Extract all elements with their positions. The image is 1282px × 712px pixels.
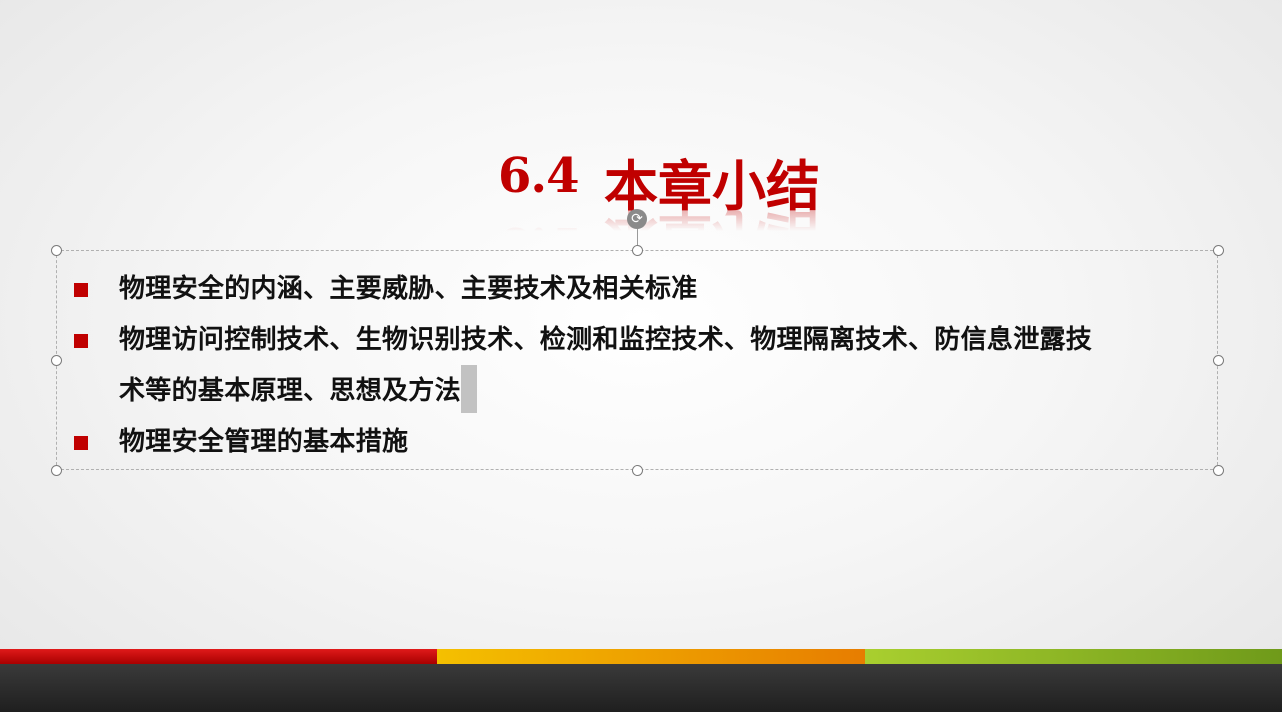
bullet-text-2-line-2-wrap: 术等的基本原理、思想及方法 — [119, 364, 1199, 417]
resize-handle-left[interactable] — [51, 355, 62, 366]
resize-handle-top-left[interactable] — [51, 245, 62, 256]
bullet-text-3: 物理安全管理的基本措施 — [119, 427, 409, 457]
resize-handle-right[interactable] — [1213, 355, 1224, 366]
resize-handle-bottom-left[interactable] — [51, 465, 62, 476]
title-number: 6.4 — [498, 148, 580, 204]
rotate-icon[interactable]: ⟳ — [627, 209, 647, 229]
footer-bar-green — [865, 649, 1282, 664]
text-cursor — [460, 364, 477, 413]
square-bullet-icon — [74, 436, 88, 450]
square-bullet-icon — [74, 334, 88, 348]
resize-handle-bottom-right[interactable] — [1213, 465, 1224, 476]
footer-bar-yellow — [437, 649, 865, 664]
reflection-number: 6.4 — [498, 216, 579, 242]
footer-bar-red — [0, 649, 437, 664]
bullet-text-2: 物理访问控制技术、生物识别技术、检测和监控技术、物理隔离技术、防信息泄露技 术等… — [119, 315, 1199, 417]
bullet-text-1: 物理安全的内涵、主要威胁、主要技术及相关标准 — [119, 274, 698, 304]
bullet-text-2-line-2: 术等的基本原理、思想及方法 — [119, 376, 461, 406]
resize-handle-top-right[interactable] — [1213, 245, 1224, 256]
title-reflection: 6.4 本章小结 — [498, 206, 858, 242]
slide-title[interactable]: 6.4 本章小结 — [498, 140, 858, 218]
slide-canvas[interactable]: 6.4 本章小结 6.4 本章小结 ⟳ 物理安全的内涵、主要威胁、主要技术及相关… — [0, 0, 1282, 712]
footer-bar-dark — [0, 664, 1282, 712]
square-bullet-icon — [74, 283, 88, 297]
bullet-text-2-line-1: 物理访问控制技术、生物识别技术、检测和监控技术、物理隔离技术、防信息泄露技 — [119, 325, 1093, 355]
resize-handle-top[interactable] — [632, 245, 643, 256]
